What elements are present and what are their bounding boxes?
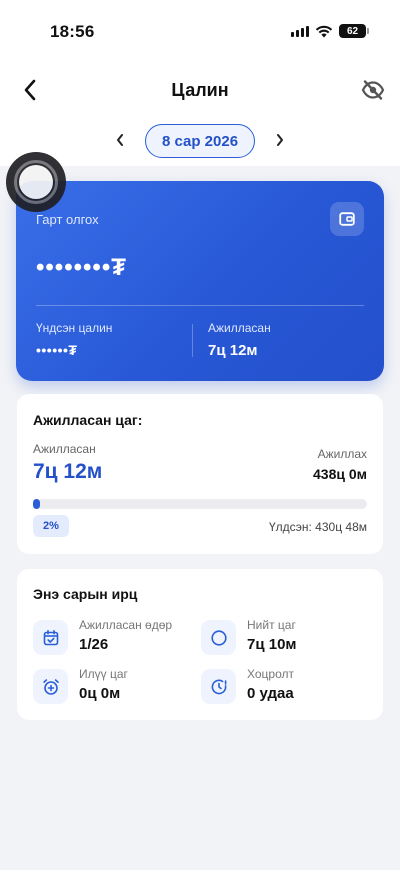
header: Цалин bbox=[0, 70, 400, 110]
alarm-plus-icon bbox=[33, 669, 68, 704]
attendance-item-value: 0 удаа bbox=[247, 685, 294, 702]
base-salary-label: Үндсэн цалин bbox=[36, 321, 113, 335]
page-title: Цалин bbox=[171, 80, 229, 100]
required-hours-value: 438ц 0м bbox=[313, 466, 367, 482]
top-bar: 18:56 62 Цалин 8 сар 2026 bbox=[0, 0, 400, 166]
assistive-touch-core bbox=[19, 165, 53, 199]
attendance-item-label: Нийт цаг bbox=[247, 618, 296, 632]
status-icons: 62 bbox=[291, 24, 369, 38]
worked-hours-value: 7ц 12м bbox=[33, 460, 103, 483]
chevron-left-icon bbox=[117, 134, 123, 146]
toggle-visibility-button[interactable] bbox=[358, 76, 388, 104]
battery-icon: 62 bbox=[339, 24, 369, 38]
signal-icon bbox=[291, 25, 309, 37]
worked-hours-panel: Ажилласан цаг: Ажилласан 7ц 12м Ажиллах … bbox=[17, 394, 383, 554]
month-selector: 8 сар 2026 bbox=[0, 124, 400, 158]
net-pay-amount: ••••••••₮ bbox=[36, 254, 127, 281]
remaining-hours: Үлдсэн: 430ц 48м bbox=[268, 520, 367, 534]
salary-card: Гарт олгох ••••••••₮ Үндсэн цалин ••••••… bbox=[16, 181, 384, 381]
wallet-icon bbox=[339, 212, 355, 226]
month-pill[interactable]: 8 сар 2026 bbox=[145, 124, 255, 158]
hours-progress-fill bbox=[33, 499, 40, 509]
assistive-touch-ring bbox=[14, 160, 58, 204]
card-worked-label: Ажилласан bbox=[208, 321, 271, 335]
attendance-item-late: Хоцролт 0 удаа bbox=[201, 667, 361, 707]
wifi-icon bbox=[315, 25, 333, 37]
net-pay-label: Гарт олгох bbox=[36, 212, 99, 227]
attendance-item-label: Илүү цаг bbox=[79, 667, 128, 681]
required-hours-label: Ажиллах bbox=[317, 447, 367, 461]
chevron-right-icon bbox=[277, 134, 283, 146]
attendance-item-label: Хоцролт bbox=[247, 667, 294, 681]
attendance-title: Энэ сарын ирц bbox=[33, 586, 138, 602]
status-bar: 18:56 62 bbox=[0, 0, 400, 60]
assistive-touch-button[interactable] bbox=[6, 152, 66, 212]
worked-hours-title: Ажилласан цаг: bbox=[33, 412, 143, 428]
card-worked-value: 7ц 12м bbox=[208, 342, 258, 359]
status-time: 18:56 bbox=[50, 22, 95, 41]
attendance-panel: Энэ сарын ирц Ажилласан өдөр 1/26 Нийт ц… bbox=[17, 569, 383, 720]
hours-progress-bar bbox=[33, 499, 367, 509]
attendance-item-value: 7ц 10м bbox=[247, 636, 297, 653]
next-month-button[interactable] bbox=[270, 130, 290, 150]
moon-clock-icon bbox=[201, 620, 236, 655]
attendance-item-overtime: Илүү цаг 0ц 0м bbox=[33, 667, 193, 707]
attendance-item-value: 0ц 0м bbox=[79, 685, 121, 702]
attendance-item-label: Ажилласан өдөр bbox=[79, 618, 173, 632]
calendar-check-icon bbox=[33, 620, 68, 655]
attendance-item-days: Ажилласан өдөр 1/26 bbox=[33, 618, 193, 658]
prev-month-button[interactable] bbox=[110, 130, 130, 150]
base-salary-value: ••••••₮ bbox=[36, 342, 78, 358]
attendance-item-total-hours: Нийт цаг 7ц 10м bbox=[201, 618, 361, 658]
wallet-button[interactable] bbox=[330, 202, 364, 236]
late-clock-icon bbox=[201, 669, 236, 704]
progress-percent-badge: 2% bbox=[33, 515, 69, 537]
eye-off-icon bbox=[361, 80, 385, 100]
card-column-divider bbox=[192, 324, 193, 357]
attendance-item-value: 1/26 bbox=[79, 636, 109, 653]
worked-hours-label: Ажилласан bbox=[33, 442, 96, 456]
card-divider bbox=[36, 305, 364, 306]
